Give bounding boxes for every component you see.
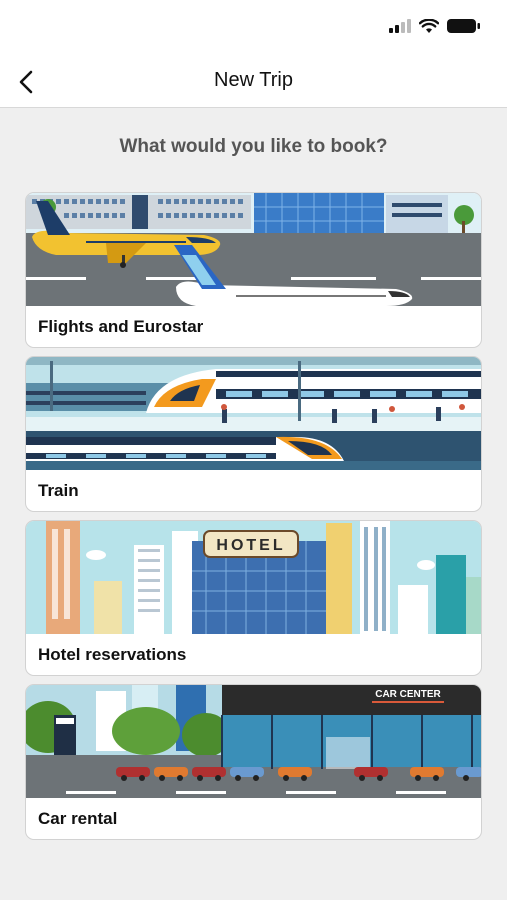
- battery-icon: [447, 19, 480, 33]
- status-icons: [389, 18, 481, 34]
- option-card-train[interactable]: Train: [25, 356, 482, 512]
- status-bar: [0, 0, 507, 56]
- option-card-flights[interactable]: Flights and Eurostar: [25, 192, 482, 348]
- hotel-illustration: HOTEL: [26, 521, 481, 634]
- wifi-icon: [419, 18, 439, 33]
- car-rental-illustration: CAR CENTER: [26, 685, 481, 798]
- option-label: Hotel reservations: [38, 645, 187, 664]
- option-label: Flights and Eurostar: [38, 317, 204, 336]
- train-illustration: [26, 357, 481, 470]
- car-center-sign-text: CAR CENTER: [375, 689, 441, 700]
- flights-illustration: [26, 193, 481, 306]
- option-label: Car rental: [38, 809, 118, 828]
- option-card-car-rental[interactable]: CAR CENTER Car rental: [25, 684, 482, 840]
- page-title: New Trip: [214, 69, 293, 91]
- booking-prompt: What would you like to book?: [119, 136, 388, 157]
- hotel-sign-text: HOTEL: [216, 537, 285, 554]
- option-label: Train: [38, 481, 79, 500]
- nav-bar: New Trip: [0, 56, 507, 108]
- signal-bars-icon: [389, 19, 411, 33]
- option-card-hotel[interactable]: HOTEL Hotel reservations: [25, 520, 482, 676]
